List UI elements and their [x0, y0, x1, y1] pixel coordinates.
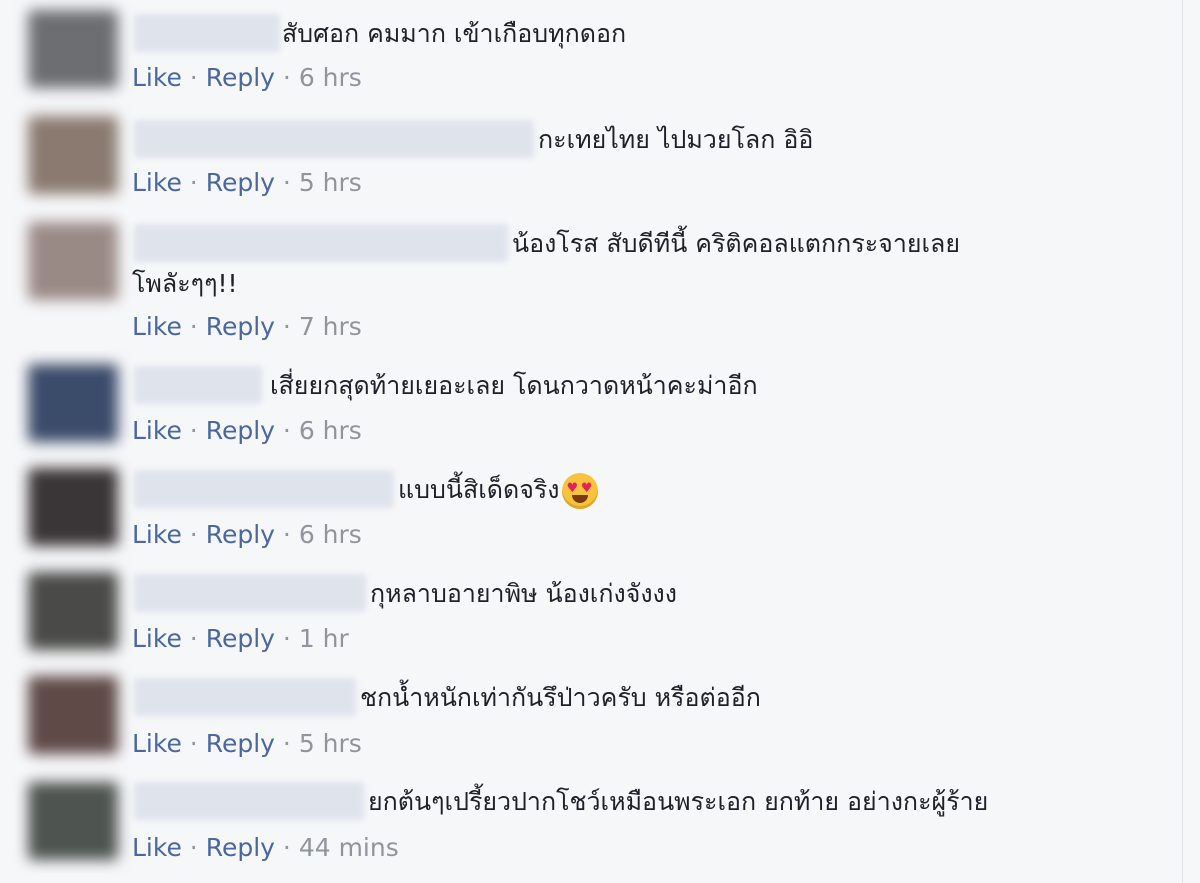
avatar[interactable] [28, 468, 118, 546]
heart-eyes-emoji-icon: ♥ ♥ [561, 473, 598, 509]
comment-actions: Like · Reply · 1 hr [132, 621, 349, 657]
like-link[interactable]: Like [132, 520, 182, 549]
separator-dot: · [189, 833, 198, 862]
commenter-name[interactable] [134, 678, 356, 716]
avatar[interactable] [28, 222, 118, 300]
avatar[interactable] [28, 116, 118, 194]
comment-actions: Like · Reply · 44 mins [132, 830, 399, 866]
commenter-name[interactable] [134, 782, 364, 820]
comment-timestamp[interactable]: 1 hr [299, 624, 349, 653]
reply-link[interactable]: Reply [206, 168, 275, 197]
separator-dot: · [189, 312, 198, 341]
comment-actions: Like · Reply · 6 hrs [132, 517, 362, 553]
comment-text: ชกน้ำหนักเท่ากันรึป่าวครับ หรือต่ออีก [360, 683, 761, 712]
comment-actions: Like · Reply · 6 hrs [132, 60, 362, 96]
avatar[interactable] [28, 782, 118, 860]
comment-text: กุหลาบอายาพิษ น้องเก่งจังงง [370, 579, 677, 608]
commenter-name[interactable] [134, 574, 366, 612]
reply-link[interactable]: Reply [206, 312, 275, 341]
like-link[interactable]: Like [132, 63, 182, 92]
commenter-name[interactable] [134, 366, 262, 404]
separator-dot: · [282, 416, 291, 445]
avatar[interactable] [28, 10, 118, 88]
avatar[interactable] [28, 364, 118, 442]
reply-link[interactable]: Reply [206, 833, 275, 862]
separator-dot: · [282, 833, 291, 862]
reply-link[interactable]: Reply [206, 416, 275, 445]
comment-text: ยกต้นๆเปรี้ยวปากโชว์เหมือนพระเอก ยกท้าย … [368, 787, 989, 816]
separator-dot: · [189, 63, 198, 92]
separator-dot: · [282, 312, 291, 341]
like-link[interactable]: Like [132, 312, 182, 341]
like-link[interactable]: Like [132, 833, 182, 862]
comment-actions: Like · Reply · 5 hrs [132, 165, 362, 201]
commenter-name[interactable] [134, 470, 394, 508]
separator-dot: · [189, 520, 198, 549]
comment-timestamp[interactable]: 5 hrs [299, 168, 362, 197]
separator-dot: · [189, 729, 198, 758]
separator-dot: · [282, 520, 291, 549]
reply-link[interactable]: Reply [206, 63, 275, 92]
comment-text: กะเทยไทย ไปมวยโลก อิอิ [538, 125, 814, 154]
like-link[interactable]: Like [132, 624, 182, 653]
comment-text: เสี่ยยกสุดท้ายเยอะเลย โดนกวาดหน้าคะม่าอี… [270, 371, 758, 400]
comment-text-row: แบบนี้สิเด็ดจริง ♥ ♥ [398, 470, 598, 510]
commenter-name[interactable] [134, 224, 508, 262]
comment-timestamp[interactable]: 7 hrs [299, 312, 362, 341]
comment-timestamp[interactable]: 44 mins [299, 833, 399, 862]
comment-text: น้องโรส สับดีทีนี้ คริติคอลแตกกระจายเลย [512, 229, 961, 258]
separator-dot: · [282, 63, 291, 92]
reply-link[interactable]: Reply [206, 624, 275, 653]
comment-text-continued: โพลัะๆๆ!! [132, 269, 238, 298]
comment-timestamp[interactable]: 6 hrs [299, 416, 362, 445]
like-link[interactable]: Like [132, 168, 182, 197]
commenter-name[interactable] [134, 120, 534, 158]
separator-dot: · [189, 624, 198, 653]
comment-text: สับศอก คมมาก เข้าเกือบทุกดอก [282, 19, 627, 48]
like-link[interactable]: Like [132, 729, 182, 758]
separator-dot: · [189, 416, 198, 445]
comment-timestamp[interactable]: 5 hrs [299, 729, 362, 758]
avatar[interactable] [28, 572, 118, 650]
comments-panel: สับศอก คมมาก เข้าเกือบทุกดอก Like · Repl… [0, 0, 1183, 883]
separator-dot: · [282, 624, 291, 653]
comment-actions: Like · Reply · 7 hrs [132, 309, 362, 345]
comment-actions: Like · Reply · 6 hrs [132, 413, 362, 449]
comment-text: แบบนี้สิเด็ดจริง [398, 475, 560, 504]
avatar[interactable] [28, 676, 118, 754]
like-link[interactable]: Like [132, 416, 182, 445]
separator-dot: · [282, 168, 291, 197]
separator-dot: · [282, 729, 291, 758]
separator-dot: · [189, 168, 198, 197]
comment-timestamp[interactable]: 6 hrs [299, 63, 362, 92]
reply-link[interactable]: Reply [206, 520, 275, 549]
commenter-name[interactable] [134, 14, 280, 52]
reply-link[interactable]: Reply [206, 729, 275, 758]
comment-timestamp[interactable]: 6 hrs [299, 520, 362, 549]
comment-actions: Like · Reply · 5 hrs [132, 726, 362, 762]
